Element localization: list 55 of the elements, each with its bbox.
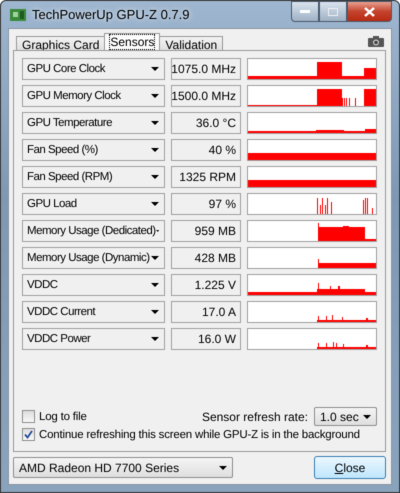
sensor-select[interactable]: Fan Speed (%) — [22, 139, 165, 161]
checkbox[interactable] — [22, 428, 35, 441]
sensor-reading: 1500.0 MHz — [171, 85, 241, 107]
sensor-reading: 40 % — [171, 139, 241, 161]
caret-icon — [151, 175, 159, 179]
caret-icon — [151, 202, 159, 206]
maximize-icon — [328, 8, 338, 16]
caret-icon — [151, 148, 159, 152]
tab[interactable]: Sensors — [104, 33, 160, 50]
caret-icon — [219, 466, 227, 470]
caret-icon — [156, 229, 159, 233]
sensor-reading: 428 MB — [171, 247, 241, 269]
sensor-reading: 97 % — [171, 193, 241, 215]
gpu-dropdown[interactable]: AMD Radeon HD 7700 Series — [13, 457, 233, 478]
caret-icon — [151, 121, 159, 125]
caret-icon — [151, 310, 159, 314]
caret-icon — [151, 256, 159, 260]
window-title: TechPowerUp GPU-Z 0.7.9 — [32, 7, 191, 22]
sensor-reading: 1325 RPM — [171, 166, 241, 188]
sensor-select[interactable]: VDDC Power — [22, 328, 165, 350]
close-window-button[interactable] — [347, 1, 392, 22]
sensor-select[interactable]: GPU Load — [22, 193, 165, 215]
sensor-select[interactable]: Fan Speed (RPM) — [22, 166, 165, 188]
minimize-icon — [300, 10, 310, 13]
camera-icon[interactable] — [368, 36, 384, 47]
close-button[interactable]: Close — [314, 456, 386, 479]
app-icon — [10, 8, 26, 22]
minimize-button[interactable] — [291, 1, 319, 22]
sensor-reading: 1075.0 MHz — [171, 58, 241, 80]
checkbox-label: Continue refreshing this screen while GPU-Z is in the background — [39, 428, 360, 440]
sensor-select[interactable]: Memory Usage (Dynamic) — [22, 247, 165, 269]
sensor-reading: 959 MB — [171, 220, 241, 242]
sensor-select[interactable]: Memory Usage (Dedicated) — [22, 220, 165, 242]
sensor-select[interactable]: VDDC — [22, 274, 165, 296]
checkbox[interactable] — [22, 410, 35, 423]
caret-icon — [363, 414, 371, 418]
refresh-rate-label: Sensor refresh rate: — [202, 410, 308, 424]
caret-icon — [151, 67, 159, 71]
tab[interactable]: Validation — [159, 36, 224, 50]
sensor-reading: 17.0 A — [171, 301, 241, 323]
sensor-select[interactable]: GPU Core Clock — [22, 58, 165, 80]
sensor-select[interactable]: GPU Memory Clock — [22, 85, 165, 107]
checkbox-label: Log to file — [39, 410, 87, 422]
sensor-select[interactable]: GPU Temperature — [22, 112, 165, 134]
caret-icon — [151, 94, 159, 98]
sensor-reading: 36.0 °C — [171, 112, 241, 134]
caret-icon — [151, 283, 159, 287]
tab[interactable]: Graphics Card — [16, 36, 106, 50]
refresh-rate-dropdown[interactable]: 1.0 sec — [314, 407, 377, 426]
caret-icon — [151, 337, 159, 341]
maximize-button[interactable] — [319, 1, 347, 22]
close-icon — [364, 6, 375, 16]
sensor-select[interactable]: VDDC Current — [22, 301, 165, 323]
sensor-reading: 1.225 V — [171, 274, 241, 296]
sensor-reading: 16.0 W — [171, 328, 241, 350]
